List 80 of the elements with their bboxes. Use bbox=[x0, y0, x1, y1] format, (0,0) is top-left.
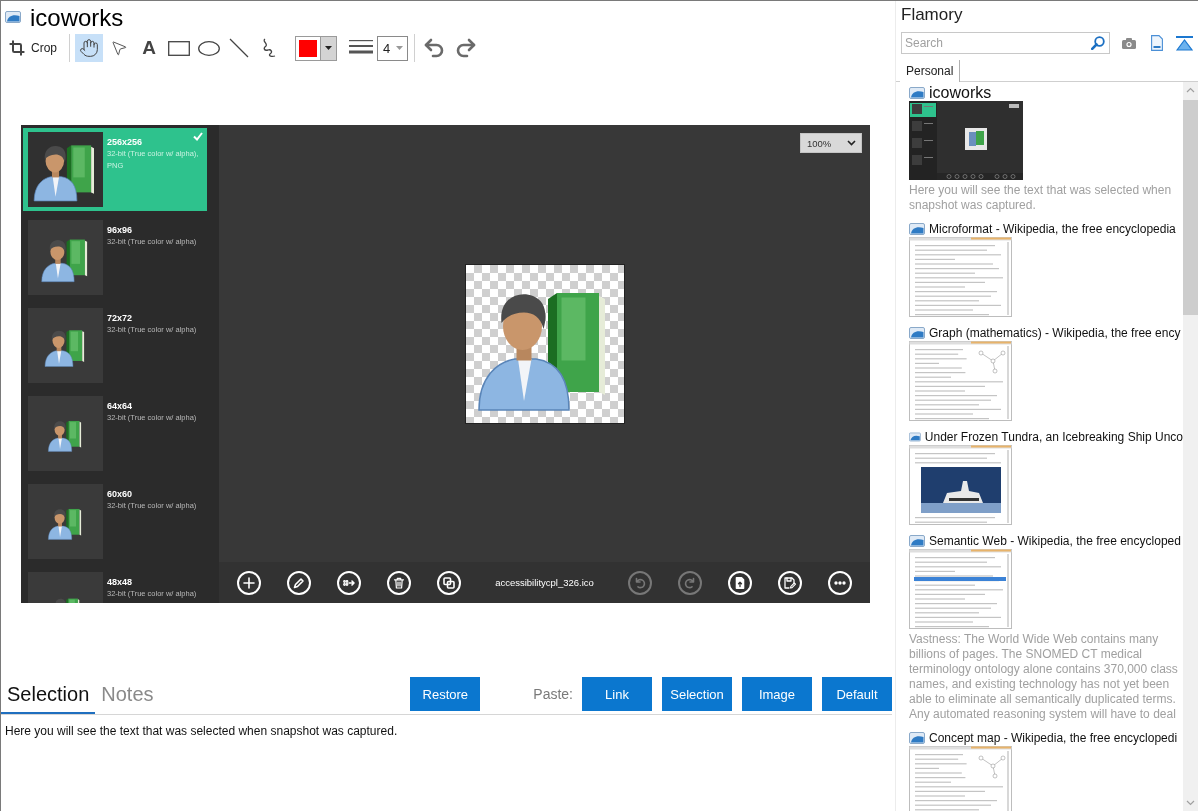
browser-window-icon bbox=[909, 326, 925, 339]
redo-icon bbox=[684, 576, 696, 589]
browser-window-icon bbox=[909, 430, 921, 443]
restore-button[interactable]: Restore bbox=[410, 677, 481, 711]
sidebar-title: Flamory bbox=[900, 4, 964, 26]
add-button[interactable] bbox=[237, 570, 261, 595]
squiggle-icon bbox=[261, 38, 277, 58]
pointer-icon bbox=[110, 39, 128, 57]
scrollbar-thumb[interactable] bbox=[1183, 100, 1198, 315]
paste-button[interactable]: Selection bbox=[662, 677, 732, 711]
person-book-icon bbox=[28, 308, 103, 383]
browser-window-icon bbox=[5, 11, 21, 23]
paste-button[interactable]: Default bbox=[822, 677, 892, 711]
browser-window-icon bbox=[909, 731, 925, 744]
browser-window-icon bbox=[909, 534, 925, 547]
plus-icon bbox=[243, 576, 255, 589]
hand-icon bbox=[79, 38, 99, 58]
snapshot-title[interactable]: Graph (mathematics) - Wikipedia, the free ency bbox=[929, 326, 1181, 339]
document-icon[interactable] bbox=[1151, 35, 1163, 51]
search-icon[interactable] bbox=[1091, 36, 1105, 50]
person-book-icon bbox=[28, 484, 103, 559]
redo-icon[interactable] bbox=[454, 36, 478, 60]
caret-down-icon bbox=[396, 46, 403, 50]
copy-icon bbox=[443, 576, 455, 589]
more-button[interactable] bbox=[828, 570, 852, 595]
size-label: 96x96 bbox=[107, 224, 134, 236]
panel-tab[interactable]: Selection bbox=[1, 677, 96, 714]
browser-window-icon bbox=[909, 86, 925, 99]
collapse-up-icon[interactable] bbox=[1176, 35, 1193, 51]
size-label: 48x48 bbox=[107, 576, 134, 588]
floppy-pencil-icon bbox=[784, 576, 796, 589]
import-button[interactable] bbox=[728, 570, 752, 595]
window-title: icoworks bbox=[30, 4, 124, 32]
person-book-icon bbox=[28, 132, 103, 207]
snapshot-note: Vastness: The World Wide Web contains many billions of pages. The SNOMED CT medical terminology ontology alone contains 370,000 class names, and existing technology has not yet been able to eliminate all semantically duplicated terms. Any automated reasoning system will have to deal bbox=[909, 632, 1179, 722]
file-name: accessibilitycpl_326.ico bbox=[494, 577, 595, 588]
delete-button[interactable] bbox=[387, 570, 411, 595]
size-label: 60x60 bbox=[107, 488, 134, 500]
search-field[interactable]: Search bbox=[901, 32, 1110, 54]
paste-button[interactable]: Image bbox=[742, 677, 812, 711]
pencil-icon bbox=[293, 576, 305, 589]
snapshot-title[interactable]: icoworks bbox=[929, 84, 992, 101]
zoom-dropdown[interactable]: 100% bbox=[800, 133, 862, 153]
export-button[interactable] bbox=[337, 570, 361, 595]
checkmark-icon bbox=[193, 132, 203, 141]
undo-icon[interactable] bbox=[422, 36, 446, 60]
browser-window-icon bbox=[909, 222, 925, 235]
selection-text: Here you will see the text that was selected when snapshot was captured. bbox=[4, 723, 399, 740]
line-icon bbox=[229, 38, 249, 58]
size-label: 256x256 bbox=[107, 136, 144, 148]
save-as-button[interactable] bbox=[778, 570, 802, 595]
sidebar-tab[interactable]: Personal bbox=[900, 60, 961, 82]
ellipse-icon bbox=[198, 40, 220, 56]
color-picker[interactable] bbox=[295, 35, 337, 61]
snapshot-title[interactable]: Concept map - Wikipedia, the free encyclopedi bbox=[929, 731, 1178, 744]
undo-icon bbox=[634, 576, 646, 589]
snapshot-note: Here you will see the text that was selected when snapshot was captured. bbox=[909, 183, 1173, 213]
paste-label: Paste: bbox=[533, 685, 573, 704]
paste-button[interactable]: Link bbox=[582, 677, 652, 711]
line-width-icon[interactable] bbox=[349, 39, 373, 57]
snapshot-title[interactable]: Microformat - Wikipedia, the free encyclopedia bbox=[929, 222, 1176, 235]
person-book-icon bbox=[28, 220, 103, 295]
camera-icon[interactable] bbox=[1122, 37, 1136, 49]
caret-down-icon bbox=[325, 46, 332, 50]
rectangle-icon bbox=[168, 40, 190, 56]
person-book-icon bbox=[28, 396, 103, 471]
line-width-dropdown[interactable]: 4 bbox=[377, 35, 408, 61]
snapshot-title[interactable]: Under Frozen Tundra, an Icebreaking Ship Unco bbox=[924, 430, 1183, 443]
crop-icon bbox=[9, 40, 25, 56]
duplicate-button[interactable] bbox=[437, 570, 461, 595]
size-label: 72x72 bbox=[107, 312, 134, 324]
chevron-down-icon bbox=[847, 140, 856, 146]
snapshot-title[interactable]: Semantic Web - Wikipedia, the free encycloped bbox=[929, 534, 1181, 547]
text-tool-button[interactable]: A bbox=[135, 34, 163, 62]
file-arrow-icon bbox=[734, 576, 746, 589]
edit-button[interactable] bbox=[287, 570, 311, 595]
crop-button[interactable]: Crop bbox=[7, 35, 59, 61]
size-label: 64x64 bbox=[107, 400, 134, 412]
hand-tool-button[interactable] bbox=[75, 34, 103, 62]
trash-icon bbox=[393, 576, 405, 589]
